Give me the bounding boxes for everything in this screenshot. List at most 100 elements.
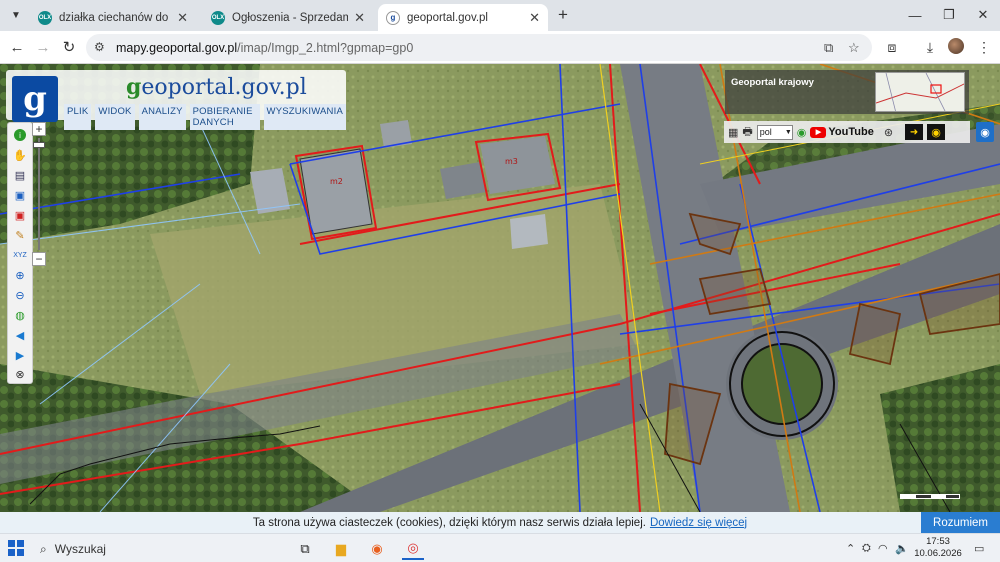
geoportal-icon: g: [386, 10, 400, 25]
cookie-more-link[interactable]: Dowiedz się więcej: [650, 517, 747, 529]
file-explorer-icon[interactable]: ▆: [330, 538, 352, 560]
tab-olx-dzialka[interactable]: OLX działka ciechanów do sprzedani ✕: [30, 4, 196, 31]
layers-icon[interactable]: ▤: [11, 167, 29, 183]
profile-avatar[interactable]: [948, 38, 964, 54]
chrome-icon[interactable]: ◎: [402, 538, 424, 560]
close-icon[interactable]: ✕: [177, 10, 188, 26]
language-value: pol: [759, 127, 772, 137]
maximize-button[interactable]: ❐: [932, 4, 966, 26]
download-icon[interactable]: ⤓: [920, 37, 940, 57]
tab-title: geoportal.gov.pl: [407, 11, 488, 24]
task-view-icon[interactable]: ⧉: [294, 538, 316, 560]
zoom-minus-button[interactable]: −: [32, 252, 46, 266]
extent-icon[interactable]: ⊗: [11, 366, 29, 382]
url-text: mapy.geoportal.gov.pl/imap/Imgp_2.html?g…: [116, 41, 413, 55]
globe-icon[interactable]: ◍: [11, 307, 29, 323]
pan-icon[interactable]: ✋: [11, 147, 29, 163]
tray-app-icon[interactable]: ⛭: [862, 542, 871, 555]
wifi-icon[interactable]: ◠: [878, 542, 888, 555]
site-info-icon[interactable]: ⚙: [94, 40, 105, 54]
taskbar-clock[interactable]: 17:53 10.06.2026: [914, 536, 962, 560]
menu-widok[interactable]: WIDOK: [95, 104, 135, 130]
extensions-icon[interactable]: ⧈: [882, 37, 902, 57]
logo-prefix: g: [126, 74, 142, 100]
printer-icon[interactable]: 🖶: [742, 123, 752, 142]
overview-panel: Geoportal krajowy: [725, 70, 969, 114]
zoom-in-icon[interactable]: ⊕: [11, 267, 29, 283]
geoportal-header-panel: g geoportal.gov.pl PLIK WIDOK ANALIZY PO…: [6, 70, 346, 130]
cookie-accept-button[interactable]: Rozumiem: [921, 512, 1000, 533]
overview-map[interactable]: [875, 72, 965, 112]
clear-icon[interactable]: ▣: [11, 207, 29, 223]
info-icon[interactable]: i: [14, 129, 26, 141]
measure-icon[interactable]: ✎: [11, 227, 29, 243]
cookie-banner: Ta strona używa ciasteczek (cookies), dz…: [0, 512, 1000, 533]
youtube-link[interactable]: ▶ YouTube: [810, 126, 874, 138]
url-path: /imap/Imgp_2.html?gpmap=gp0: [237, 41, 414, 55]
visibility-toggle-icon[interactable]: ◉: [976, 122, 994, 142]
zoom-thumb[interactable]: [33, 142, 45, 148]
clock-time: 17:53: [926, 536, 950, 547]
volume-icon[interactable]: 🔈: [895, 542, 909, 555]
tab-search-button[interactable]: ▼: [6, 5, 26, 25]
firefox-icon[interactable]: ◉: [366, 538, 388, 560]
windows-start-icon[interactable]: [8, 540, 24, 556]
zoom-out-icon[interactable]: ⊖: [11, 287, 29, 303]
taskbar-search-label: Wyszukaj: [54, 542, 106, 556]
select-icon[interactable]: ▣: [11, 187, 29, 203]
menu-wyszukiwania[interactable]: WYSZUKIWANIA: [263, 104, 346, 130]
scale-bar: [900, 494, 960, 499]
close-window-button[interactable]: ✕: [966, 4, 1000, 26]
menu-plik[interactable]: PLIK: [64, 104, 92, 130]
accessibility-icon[interactable]: ⊛: [884, 126, 893, 139]
logo-suffix: eoportal.gov.pl: [141, 75, 307, 100]
close-icon[interactable]: ✕: [529, 10, 540, 26]
back-button[interactable]: ←: [6, 36, 28, 58]
minimize-button[interactable]: —: [898, 4, 932, 26]
zoom-slider[interactable]: + −: [29, 122, 49, 270]
tab-geoportal[interactable]: g geoportal.gov.pl ✕: [378, 4, 548, 31]
more-menu-icon[interactable]: ⋮: [974, 37, 994, 57]
youtube-icon: ▶: [810, 126, 827, 138]
new-tab-button[interactable]: +: [553, 5, 573, 25]
menu-analizy[interactable]: ANALIZY: [138, 104, 186, 130]
tab-olx-ogloszenia[interactable]: OLX Ogłoszenia - Sprzedam, kupię n ✕: [203, 4, 373, 31]
menu-pobieranie-danych[interactable]: POBIERANIE DANYCH: [189, 104, 260, 130]
forward-icon[interactable]: ▶: [11, 347, 29, 363]
bookmark-star-icon[interactable]: ☆: [848, 40, 860, 56]
notifications-icon[interactable]: ▭: [974, 542, 984, 555]
svg-text:m3: m3: [505, 157, 518, 166]
arrow-right-icon[interactable]: ➜: [905, 124, 924, 140]
reload-button[interactable]: ↻: [58, 36, 80, 58]
geoportal-logo-icon[interactable]: g: [12, 76, 58, 122]
overview-label: Geoportal krajowy: [731, 77, 814, 88]
windows-taskbar: ⌕ Wyszukaj ⧉ ▆ ◉ ◎ ⌃ ⛭ ◠ 🔈 17:53 10.06.2…: [0, 533, 1000, 562]
clock-date: 10.06.2026: [914, 548, 962, 559]
tray-chevron-up-icon[interactable]: ⌃: [846, 542, 855, 555]
address-bar[interactable]: ⚙ mapy.geoportal.gov.pl/imap/Imgp_2.html…: [86, 34, 872, 61]
geoportal-logo-text: geoportal.gov.pl: [126, 74, 307, 100]
xyz-icon[interactable]: XYZ: [11, 247, 29, 263]
taskbar-search[interactable]: ⌕ Wyszukaj: [36, 538, 286, 560]
print-icon[interactable]: ▦: [728, 126, 738, 139]
search-icon: ⌕: [40, 541, 47, 556]
help-icon[interactable]: ◉: [797, 126, 807, 139]
youtube-label: YouTube: [828, 126, 874, 138]
browser-toolbar: ← → ↻ ⚙ mapy.geoportal.gov.pl/imap/Imgp_…: [0, 31, 1000, 64]
close-icon[interactable]: ✕: [354, 10, 365, 26]
main-menu: PLIK WIDOK ANALIZY POBIERANIE DANYCH WYS…: [64, 104, 346, 130]
install-app-icon[interactable]: ⧉: [824, 40, 833, 56]
eye-icon[interactable]: ◉: [927, 124, 946, 140]
cookie-text: Ta strona używa ciasteczek (cookies), dz…: [252, 516, 646, 529]
language-select[interactable]: pol ▼: [756, 124, 793, 140]
zoom-track[interactable]: [38, 138, 40, 250]
forward-button[interactable]: →: [32, 36, 54, 58]
olx-icon: OLX: [38, 10, 52, 25]
zoom-plus-button[interactable]: +: [32, 122, 46, 136]
map-iconbar: ▦ 🖶 pol ▼ ◉ ▶ YouTube ⊛ ➜ ◉: [724, 121, 970, 143]
tab-strip: ▼ OLX działka ciechanów do sprzedani ✕ O…: [0, 0, 1000, 31]
map-canvas[interactable]: m2 m3 g geoportal.gov.pl PLIK WIDOK ANAL…: [0, 64, 1000, 512]
back-icon[interactable]: ◀: [11, 327, 29, 343]
chevron-down-icon: ▼: [784, 128, 792, 136]
svg-text:m2: m2: [330, 177, 343, 186]
